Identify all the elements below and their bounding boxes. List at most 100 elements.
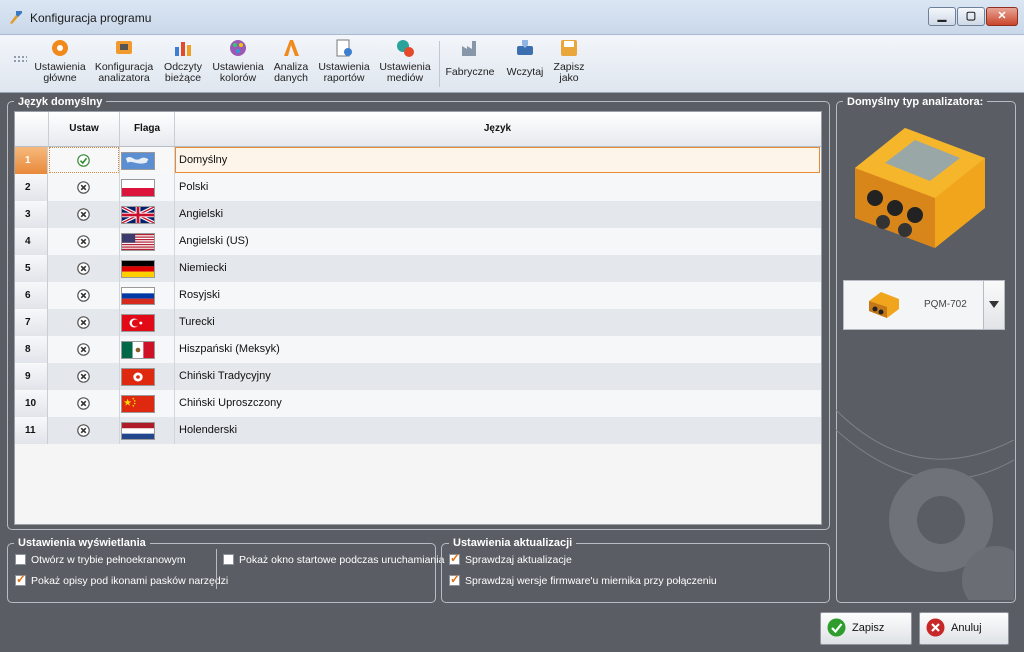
set-language-cell[interactable] (49, 390, 119, 417)
toolbar-button-load[interactable]: Wczytaj (503, 35, 547, 91)
cancel-button[interactable]: Anuluj (919, 612, 1009, 645)
cross-circle-icon (77, 181, 90, 194)
minimize-button[interactable]: ▁ (928, 7, 956, 26)
startup-window-checkbox-box[interactable] (223, 554, 234, 565)
row-number[interactable]: 5 (15, 255, 48, 282)
display-divider (216, 549, 217, 589)
cell-separator (119, 255, 120, 282)
language-row[interactable]: 10 Chiński Uproszczony (15, 390, 821, 417)
header-jezyk[interactable]: Język (175, 112, 820, 146)
toolbar-separator (439, 41, 440, 87)
language-name: Hiszpański (Meksyk) (179, 343, 280, 355)
language-row[interactable]: 2 Polski (15, 174, 821, 201)
row-number[interactable]: 2 (15, 174, 48, 201)
set-language-cell[interactable] (49, 201, 119, 228)
close-button[interactable]: ✕ (986, 7, 1018, 26)
window-title: Konfiguracja programu (30, 11, 152, 25)
cell-separator (119, 363, 120, 390)
toolbar-button-data-analysis[interactable]: Analiza danych (270, 35, 312, 91)
startup-window-label: Pokaż okno startowe podczas uruchamiania (239, 554, 445, 566)
row-number[interactable]: 11 (15, 417, 48, 444)
set-language-cell[interactable] (49, 147, 119, 174)
app-icon (10, 11, 22, 24)
analyzer-dropdown-button[interactable] (983, 281, 1004, 329)
row-number[interactable]: 1 (15, 147, 48, 174)
set-language-cell[interactable] (49, 417, 119, 444)
header-flaga[interactable]: Flaga (120, 112, 175, 146)
language-row[interactable]: 9 Chiński Tradycyjny (15, 363, 821, 390)
cell-separator (174, 390, 175, 417)
toolbar-button-report-settings[interactable]: Ustawienia raportów (317, 35, 371, 91)
language-name: Domyślny (179, 154, 228, 166)
check-firmware-checkbox-box[interactable] (449, 572, 460, 586)
language-row[interactable]: 5 Niemiecki (15, 255, 821, 282)
toolbar-button-analyzer-config[interactable]: Konfiguracja analizatora (93, 35, 155, 91)
check-updates-checkbox-box[interactable] (449, 551, 460, 565)
row-number[interactable]: 4 (15, 228, 48, 255)
set-language-cell[interactable] (49, 309, 119, 336)
language-row[interactable]: 11 Holenderski (15, 417, 821, 444)
language-row[interactable]: 1 Domyślny (15, 147, 821, 174)
row-number[interactable]: 3 (15, 201, 48, 228)
cell-separator (174, 282, 175, 309)
save-button[interactable]: Zapisz (820, 612, 912, 645)
cancel-x-icon (926, 618, 945, 637)
set-language-cell[interactable] (49, 174, 119, 201)
checkmark-icon (827, 618, 846, 637)
analyzer-thumbnail-icon (869, 292, 899, 318)
language-grid: Ustaw Flaga Język 1 Domyślny 2 Polski 3 Angie… (14, 111, 822, 525)
load-icon (517, 40, 533, 55)
set-language-cell[interactable] (49, 336, 119, 363)
row-number[interactable]: 6 (15, 282, 48, 309)
show-captions-checkbox-box[interactable] (15, 572, 26, 586)
toolbar-button-save-as[interactable]: Zapisz jako (550, 35, 588, 91)
row-number[interactable]: 7 (15, 309, 48, 336)
language-row[interactable]: 6 Rosyjski (15, 282, 821, 309)
toolbar-label: Analiza danych (273, 61, 309, 84)
cancel-button-label: Anuluj (951, 622, 982, 634)
show-captions-label: Pokaż opisy pod ikonami pasków narzędzi (31, 575, 229, 587)
fullscreen-checkbox-box[interactable] (15, 554, 26, 565)
analyzer-type-select[interactable]: PQM-702 (843, 280, 1005, 330)
toolbar-label: Fabryczne (445, 66, 495, 78)
flag-cn-icon (121, 395, 155, 413)
toolbar-button-current-readings[interactable]: Odczyty bieżące (161, 35, 205, 91)
language-name: Turecki (179, 316, 215, 328)
toolbar-button-media-settings[interactable]: Ustawienia mediów (377, 35, 433, 91)
language-group-title: Język domyślny (14, 96, 107, 108)
update-settings-title: Ustawienia aktualizacji (449, 537, 577, 549)
flag-ru-icon (121, 287, 155, 305)
cross-circle-icon (77, 343, 90, 356)
set-language-cell[interactable] (49, 363, 119, 390)
language-name: Polski (179, 181, 209, 193)
toolbar-label: Wczytaj (506, 66, 544, 78)
media-settings-icon (397, 40, 414, 57)
cell-separator (119, 390, 120, 417)
toolbar-label: Ustawienia mediów (379, 61, 431, 84)
toolbar-button-factory[interactable]: Fabryczne (444, 35, 496, 91)
toolbar-grip-icon[interactable] (13, 55, 27, 63)
maximize-button[interactable]: ▢ (957, 7, 985, 26)
save-button-label: Zapisz (852, 622, 885, 634)
analyzer-group-title: Domyślny typ analizatora: (843, 96, 988, 108)
fullscreen-label: Otwórz w trybie pełnoekranowym (31, 554, 186, 566)
set-language-cell[interactable] (49, 282, 119, 309)
set-language-cell[interactable] (49, 228, 119, 255)
header-ustaw[interactable]: Ustaw (49, 112, 120, 146)
set-language-cell[interactable] (49, 255, 119, 282)
toolbar-label: Odczyty bieżące (164, 61, 202, 84)
row-number[interactable]: 8 (15, 336, 48, 363)
row-number[interactable]: 10 (15, 390, 48, 417)
title-bar: Konfiguracja programu ▁ ▢ ✕ (0, 0, 1024, 35)
toolbar-button-color-settings[interactable]: Ustawienia kolorów (211, 35, 265, 91)
cross-circle-icon (77, 370, 90, 383)
check-firmware-label: Sprawdzaj wersje firmware'u miernika prz… (465, 575, 717, 587)
language-row[interactable]: 7 Turecki (15, 309, 821, 336)
language-row[interactable]: 4 Angielski (US) (15, 228, 821, 255)
toolbar-button-main-settings[interactable]: Ustawienia główne (32, 35, 88, 91)
language-row[interactable]: 8 Hiszpański (Meksyk) (15, 336, 821, 363)
toolbar: Ustawienia główne Konfiguracja analizato… (0, 35, 1024, 93)
flag-de-icon (121, 260, 155, 278)
language-row[interactable]: 3 Angielski (15, 201, 821, 228)
row-number[interactable]: 9 (15, 363, 48, 390)
